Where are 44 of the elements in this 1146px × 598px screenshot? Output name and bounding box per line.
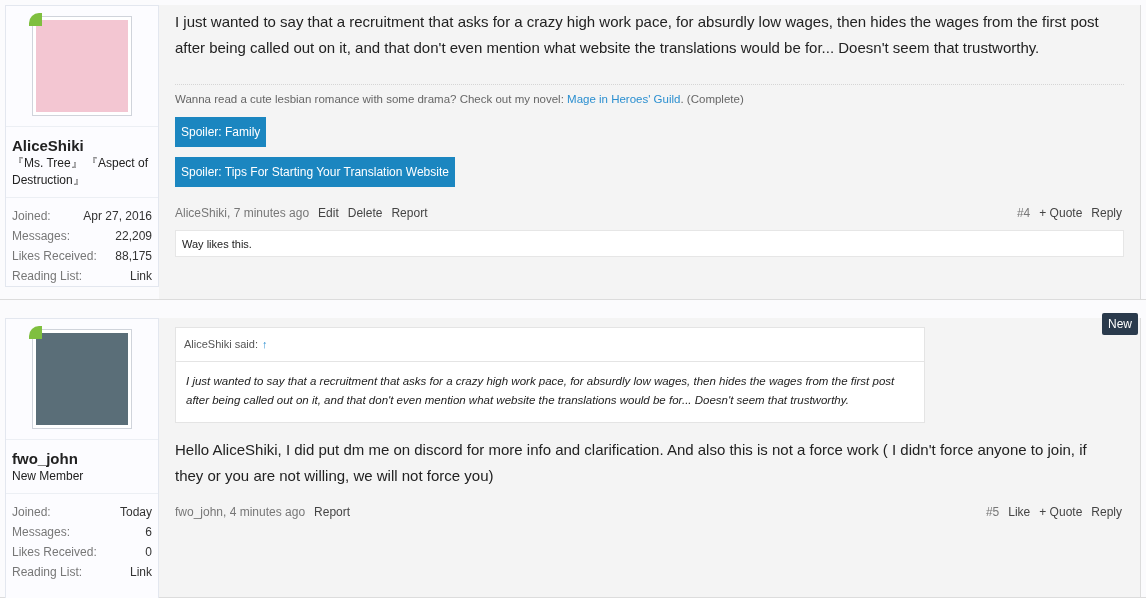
stat-value: 88,175: [115, 248, 152, 265]
stat-label: Messages:: [12, 524, 71, 541]
signature-text: Wanna read a cute lesbian romance with some drama? Check out my novel: Mage in Heroes' Guild. (Complete): [175, 92, 745, 107]
post-action-link[interactable]: + Quote: [1039, 503, 1083, 521]
likes-summary: Way likes this.: [175, 230, 1124, 258]
stat-value: 22,209: [115, 228, 152, 245]
avatar-placeholder[interactable]: [32, 329, 132, 429]
stat-label: Likes Received:: [12, 544, 97, 561]
stat-value: Apr 27, 2016: [83, 208, 152, 225]
stat-label: Likes Received:: [12, 248, 97, 265]
post-action-link[interactable]: Like: [1008, 503, 1031, 521]
stat-label: Messages:: [12, 228, 71, 245]
new-post-badge: New: [1102, 313, 1138, 335]
stat-value[interactable]: Link: [130, 562, 152, 582]
post-number-link[interactable]: #5: [985, 503, 1000, 521]
stat-value: 6: [145, 524, 152, 541]
post-action-link[interactable]: Report: [391, 204, 428, 223]
user-title: New Member: [12, 468, 85, 485]
stat-label: Joined:: [12, 504, 51, 521]
message-text: Hello AliceShiki, I did put dm me on discord for more info and clarification. And also this is not a force work ( I didn't force anyone to join, if they or you are not willing, we will not force you): [175, 440, 1088, 486]
stat-value[interactable]: Link: [130, 266, 152, 286]
post-action-link[interactable]: Reply: [1091, 204, 1122, 223]
post-action-link[interactable]: Edit: [318, 204, 339, 223]
stat-label: Reading List:: [12, 564, 83, 581]
post-byline: fwo_john, 4 minutes ago: [175, 504, 306, 521]
spoiler-button[interactable]: Spoiler: Tips For Starting Your Translation Website: [175, 157, 455, 188]
jump-to-quote-link[interactable]: ↑: [262, 336, 268, 353]
quoted-text: I just wanted to say that a recruitment that asks for a crazy high work pace, for absurdly low wages, then hides the wages from the first post after being called out on it, and that don't even mention what website the translations would be for... Doesn't seem that trustworthy.: [185, 374, 896, 408]
post-byline: AliceShiki, 7 minutes ago: [175, 205, 310, 223]
post-action-link[interactable]: Report: [314, 503, 351, 521]
stat-value: 0: [145, 544, 152, 561]
stat-value: Today: [119, 504, 152, 521]
stat-label: Reading List:: [12, 268, 83, 285]
stat-label: Joined:: [12, 208, 51, 225]
post-action-link[interactable]: + Quote: [1039, 204, 1083, 223]
post-number-link[interactable]: #4: [1016, 204, 1031, 223]
spoiler-button[interactable]: Spoiler: Family: [175, 117, 267, 148]
quote-attribution: AliceShiki said:: [184, 337, 258, 353]
username-link[interactable]: fwo_john: [12, 450, 152, 468]
post-action-link[interactable]: Delete: [347, 204, 383, 223]
user-title: 『Ms. Tree』 『Aspect of Destruction』: [12, 155, 150, 189]
post-action-link[interactable]: Reply: [1091, 503, 1122, 521]
username-link[interactable]: AliceShiki: [12, 137, 152, 155]
message-text: I just wanted to say that a recruitment that asks for a crazy high work pace, for absurdly low wages, then hides the wages from the first post after being called out on it, and that don't even mention what website the translations would be for... Doesn't seem that trustworthy.: [175, 12, 1100, 58]
